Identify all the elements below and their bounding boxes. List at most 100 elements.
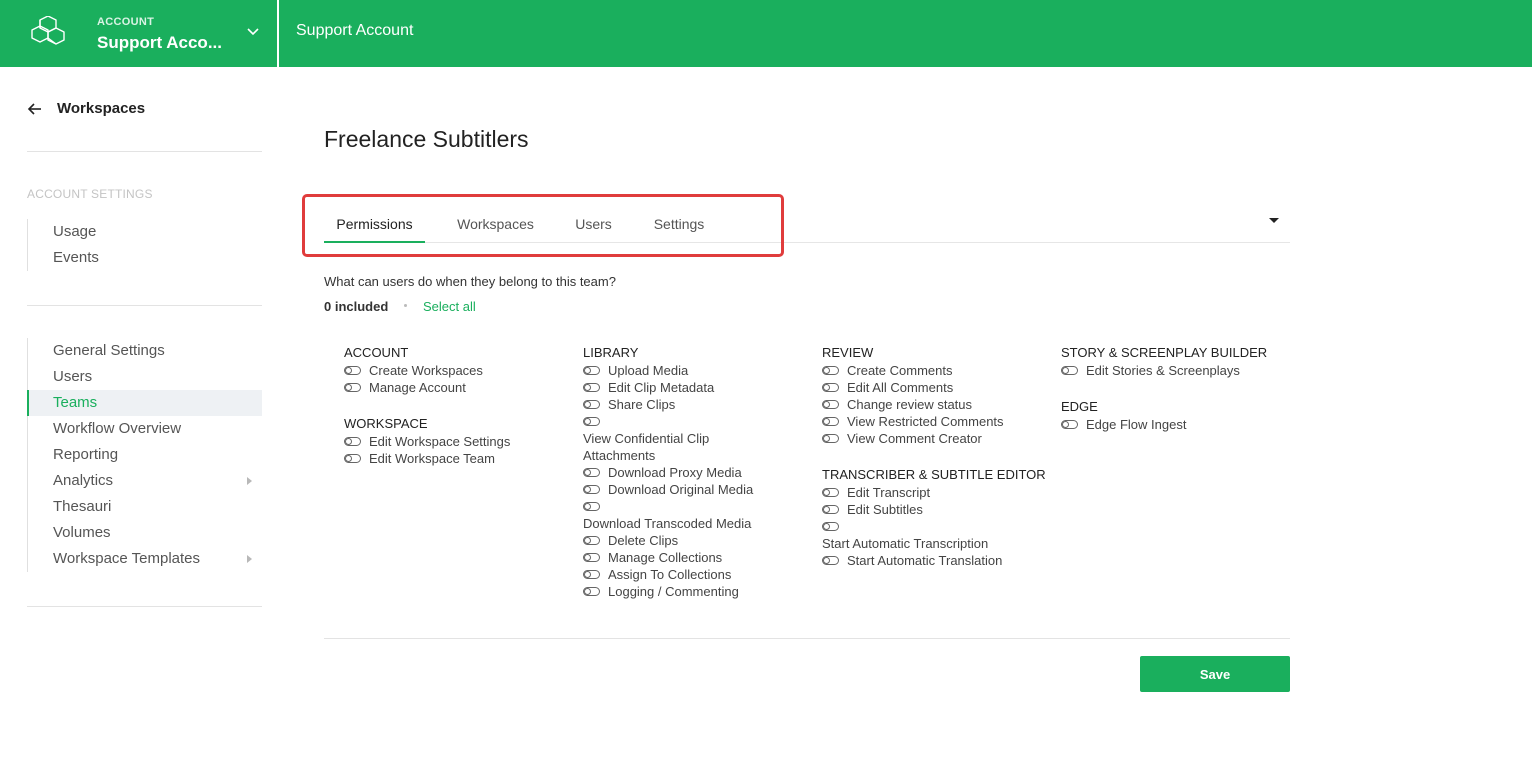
page-title: Freelance Subtitlers: [324, 126, 529, 152]
permission-group-workspace: WORKSPACE Edit Workspace Settings Edit W…: [344, 416, 569, 467]
permission-item[interactable]: Share Clips: [583, 396, 808, 413]
permission-label: Change review status: [847, 397, 973, 412]
toggle-switch[interactable]: [583, 587, 600, 597]
permission-item[interactable]: View Comment Creator: [822, 430, 1047, 447]
permission-item[interactable]: Download Transcoded Media: [583, 498, 808, 532]
permissions-question: What can users do when they belong to th…: [324, 274, 616, 289]
tab-workspaces[interactable]: Workspaces: [445, 205, 546, 243]
toggle-switch[interactable]: [822, 505, 839, 515]
toggle-switch[interactable]: [583, 468, 600, 478]
permission-group-story-builder: STORY & SCREENPLAY BUILDER Edit Stories …: [1061, 345, 1286, 379]
toggle-switch[interactable]: [583, 400, 600, 410]
permission-item[interactable]: View Restricted Comments: [822, 413, 1047, 430]
permission-item[interactable]: Edit Stories & Screenplays: [1061, 362, 1286, 379]
permission-item[interactable]: Edit Clip Metadata: [583, 379, 808, 396]
permission-item[interactable]: Manage Collections: [583, 549, 808, 566]
select-all-link[interactable]: Select all: [423, 299, 476, 314]
permission-item[interactable]: Start Automatic Transcription: [822, 518, 1047, 552]
toggle-switch[interactable]: [822, 383, 839, 393]
permission-label: Edit All Comments: [847, 380, 954, 395]
toggle-switch[interactable]: [583, 417, 600, 427]
permission-item[interactable]: Edit Transcript: [822, 484, 1047, 501]
permission-item[interactable]: Assign To Collections: [583, 566, 808, 583]
section-title: ACCOUNT SETTINGS: [27, 187, 153, 201]
permission-item[interactable]: Upload Media: [583, 362, 808, 379]
sidebar-item-analytics[interactable]: Analytics: [28, 468, 262, 494]
topbar-title: Support Account: [296, 22, 414, 39]
permission-label: Manage Collections: [608, 550, 723, 565]
toggle-switch[interactable]: [822, 488, 839, 498]
toggle-switch[interactable]: [822, 556, 839, 566]
sidebar-item-general-settings[interactable]: General Settings: [28, 338, 262, 364]
toggle-switch[interactable]: [822, 434, 839, 444]
toggle-switch[interactable]: [583, 485, 600, 495]
account-label: ACCOUNT: [97, 16, 155, 28]
permission-item[interactable]: Edit Workspace Settings: [344, 433, 569, 450]
permission-item[interactable]: Create Comments: [822, 362, 1047, 379]
toggle-switch[interactable]: [344, 454, 361, 464]
toggle-switch[interactable]: [583, 536, 600, 546]
permission-label: Share Clips: [608, 397, 676, 412]
toggle-switch[interactable]: [1061, 366, 1078, 376]
sidebar-item-thesauri[interactable]: Thesauri: [28, 494, 262, 520]
permission-item[interactable]: Create Workspaces: [344, 362, 569, 379]
sidebar-item-label: Analytics: [53, 472, 114, 489]
permission-group-heading: WORKSPACE: [344, 416, 428, 431]
sidebar-item-teams[interactable]: Teams: [27, 390, 262, 416]
save-button[interactable]: Save: [1140, 656, 1290, 692]
chevron-down-icon[interactable]: [245, 25, 261, 39]
permission-item[interactable]: Edit All Comments: [822, 379, 1047, 396]
nav-group-account: Usage Events: [27, 219, 262, 271]
sidebar-item-volumes[interactable]: Volumes: [28, 520, 262, 546]
permission-item[interactable]: Delete Clips: [583, 532, 808, 549]
back-to-workspaces[interactable]: Workspaces: [27, 99, 262, 119]
permission-item[interactable]: View Confidential Clip Attachments: [583, 413, 733, 464]
account-switcher[interactable]: ACCOUNT Support Acco...: [0, 0, 279, 67]
permission-item[interactable]: Download Original Media: [583, 481, 808, 498]
toggle-switch[interactable]: [583, 570, 600, 580]
permission-label: Start Automatic Translation: [847, 553, 1003, 568]
account-name: Support Acco...: [97, 33, 222, 52]
permission-label: Logging / Commenting: [608, 584, 739, 599]
permission-item[interactable]: Manage Account: [344, 379, 569, 396]
sidebar-item-events[interactable]: Events: [28, 245, 262, 271]
nav-group-settings: General Settings Users Teams Workflow Ov…: [27, 338, 262, 572]
permissions-column: STORY & SCREENPLAY BUILDER Edit Stories …: [1061, 345, 1286, 453]
sidebar-divider: [27, 606, 262, 607]
permission-label: Edit Stories & Screenplays: [1086, 363, 1240, 378]
permission-item[interactable]: Start Automatic Translation: [822, 552, 1047, 569]
sidebar-item-reporting[interactable]: Reporting: [28, 442, 262, 468]
toggle-switch[interactable]: [583, 366, 600, 376]
toggle-switch[interactable]: [344, 383, 361, 393]
toggle-switch[interactable]: [344, 437, 361, 447]
tab-permissions[interactable]: Permissions: [324, 205, 425, 243]
back-label: Workspaces: [57, 100, 146, 117]
separator-dot: [404, 304, 407, 307]
toggle-switch[interactable]: [583, 383, 600, 393]
toggle-switch[interactable]: [822, 417, 839, 427]
toggle-switch[interactable]: [583, 502, 600, 512]
toggle-switch[interactable]: [822, 400, 839, 410]
permission-label: Edge Flow Ingest: [1086, 417, 1187, 432]
toggle-switch[interactable]: [1061, 420, 1078, 430]
toggle-switch[interactable]: [583, 553, 600, 563]
toggle-switch[interactable]: [822, 522, 839, 532]
toggle-switch[interactable]: [822, 366, 839, 376]
caret-down-icon[interactable]: [1269, 218, 1279, 223]
permission-item[interactable]: Logging / Commenting: [583, 583, 808, 600]
permission-item[interactable]: Download Proxy Media: [583, 464, 808, 481]
sidebar-item-workspace-templates[interactable]: Workspace Templates: [28, 546, 262, 572]
permission-item[interactable]: Edge Flow Ingest: [1061, 416, 1286, 433]
permission-item[interactable]: Change review status: [822, 396, 1047, 413]
permission-label: View Confidential Clip Attachments: [583, 431, 710, 463]
permission-item[interactable]: Edit Subtitles: [822, 501, 1047, 518]
permission-item[interactable]: Edit Workspace Team: [344, 450, 569, 467]
sidebar-item-usage[interactable]: Usage: [28, 219, 262, 245]
permission-label: Manage Account: [369, 380, 466, 395]
sidebar-item-users[interactable]: Users: [28, 364, 262, 390]
permission-label: Assign To Collections: [608, 567, 732, 582]
sidebar-item-workflow-overview[interactable]: Workflow Overview: [28, 416, 262, 442]
tab-users[interactable]: Users: [564, 205, 623, 243]
toggle-switch[interactable]: [344, 366, 361, 376]
tab-settings[interactable]: Settings: [642, 205, 716, 243]
